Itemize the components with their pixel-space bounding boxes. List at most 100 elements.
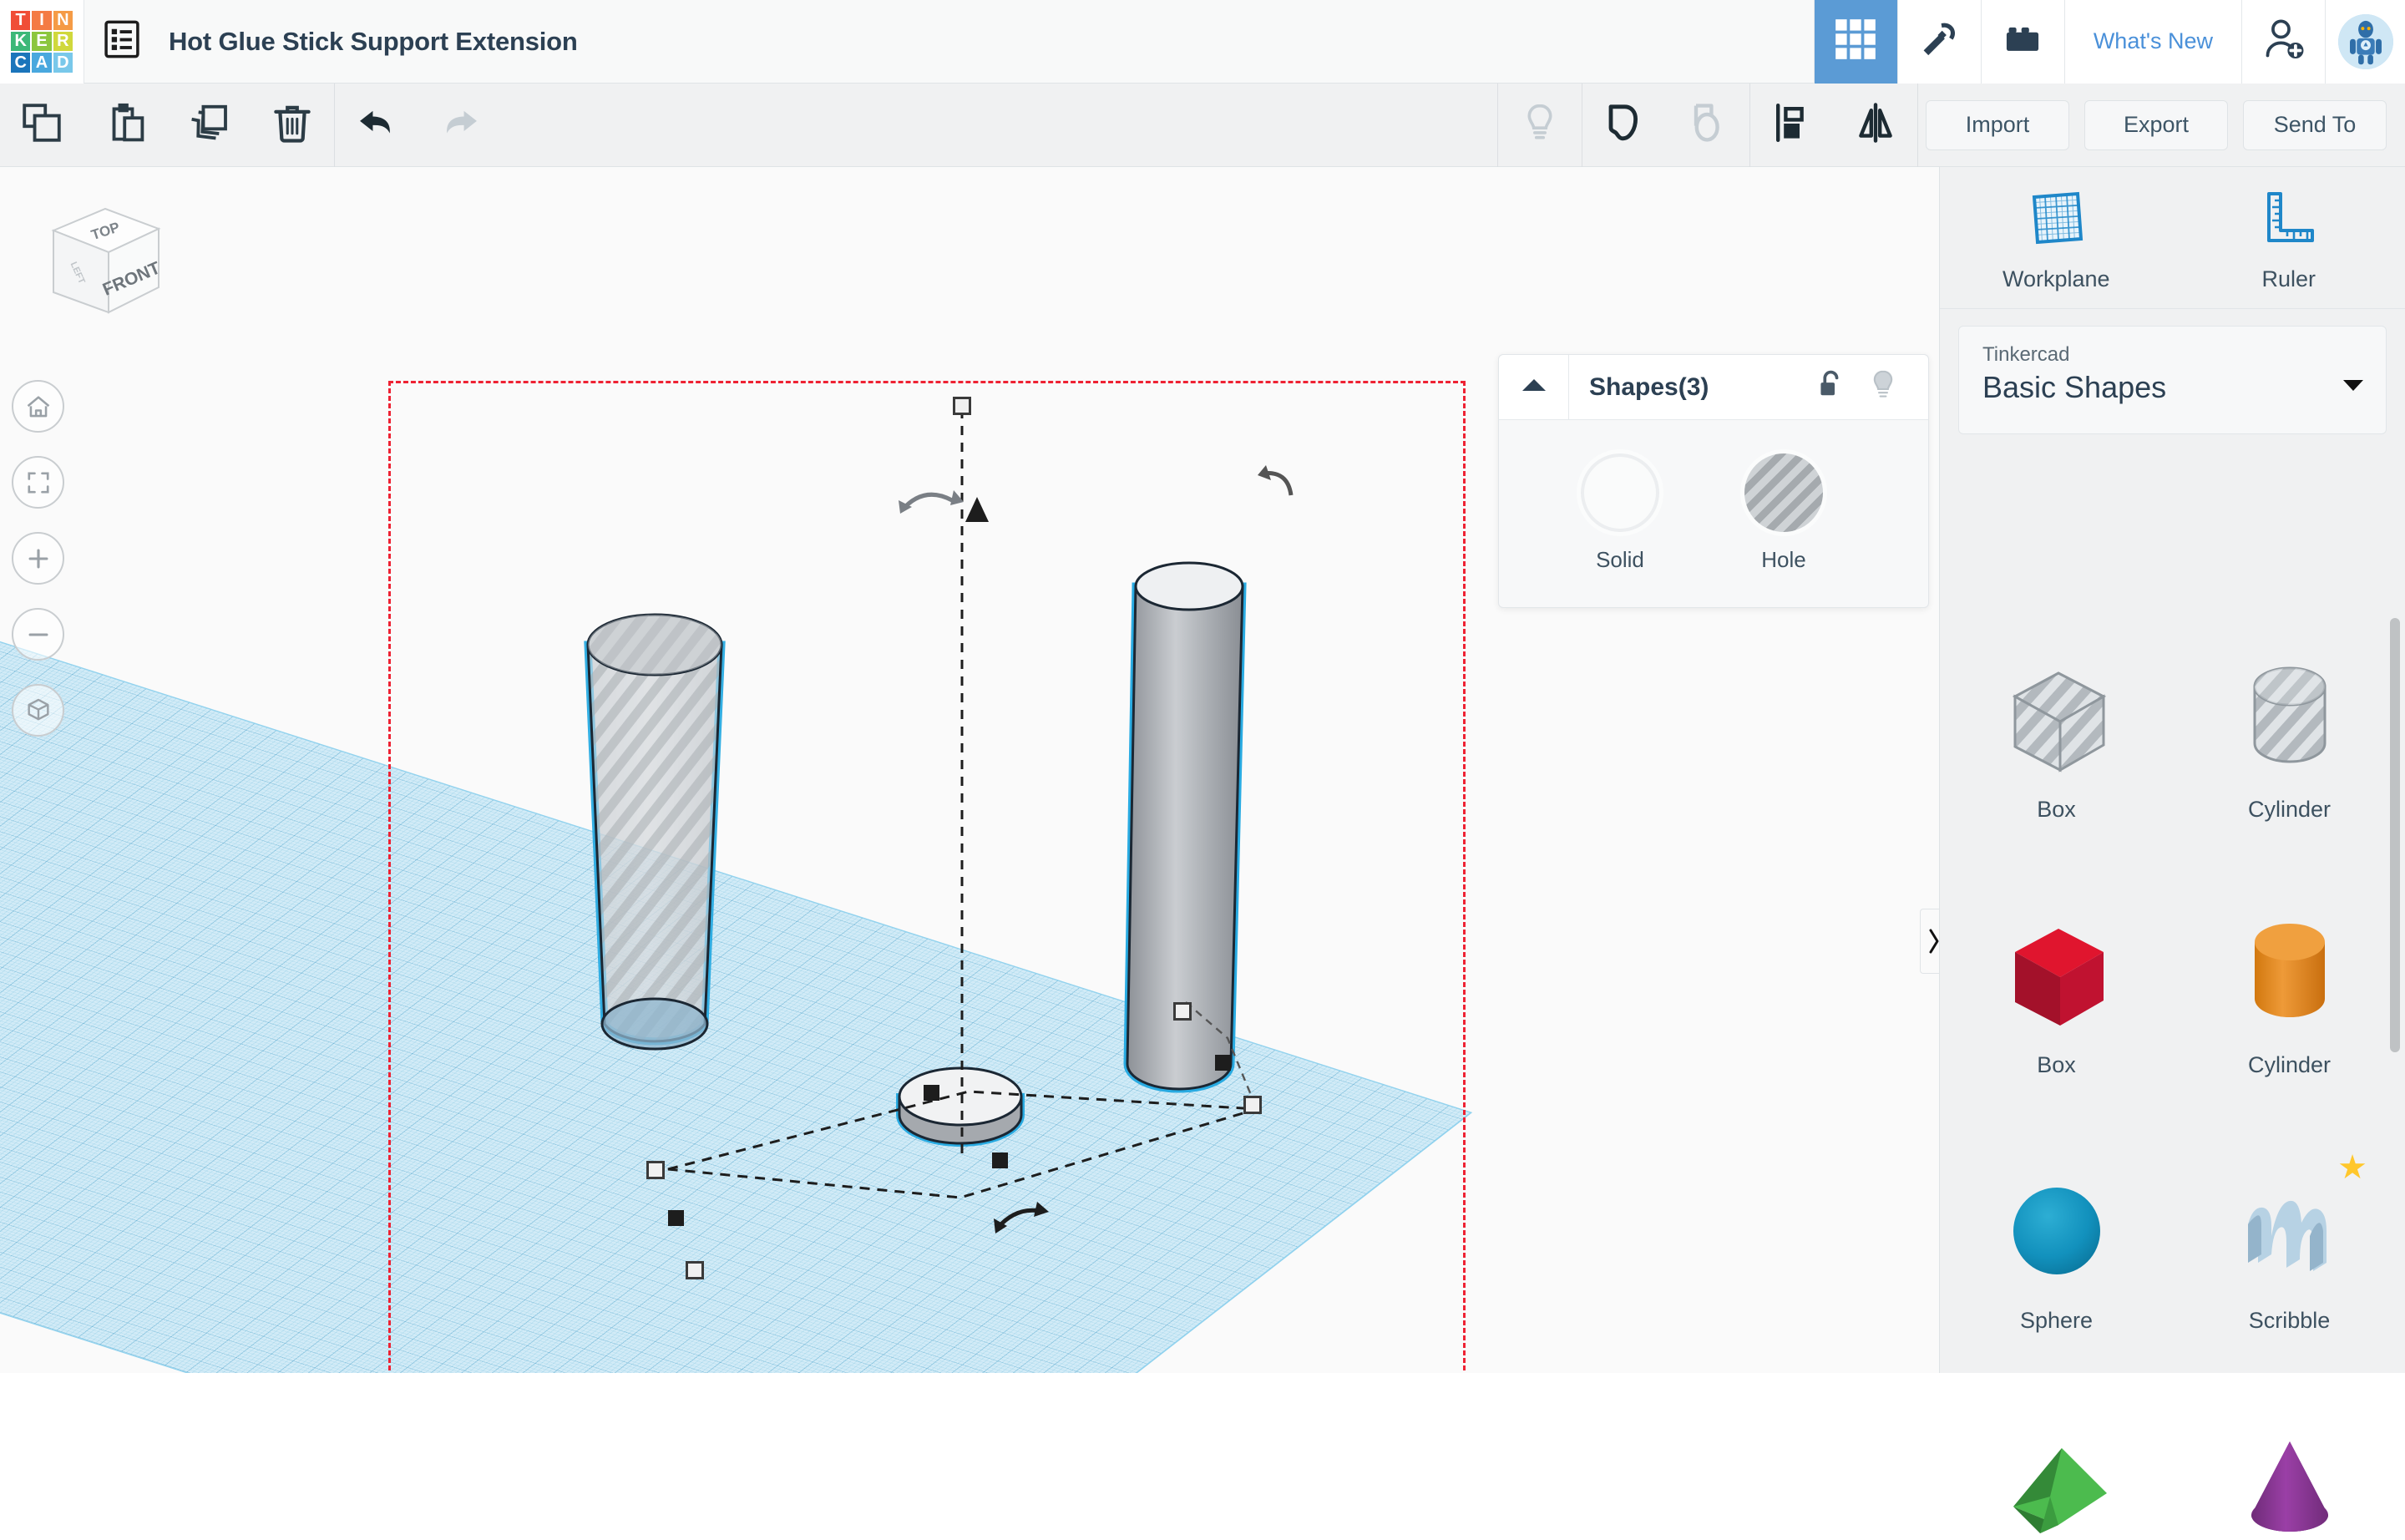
perspective-toggle-button[interactable] <box>12 684 64 737</box>
invite-people-button[interactable] <box>2241 0 2325 84</box>
visibility-toggle-button[interactable] <box>1856 355 1910 420</box>
redo-button[interactable] <box>418 84 502 167</box>
paste-icon <box>104 102 146 148</box>
ruler-icon <box>2256 184 2322 255</box>
cone-icon <box>2223 1420 2357 1540</box>
paste-button[interactable] <box>84 84 167 167</box>
mirror-button[interactable] <box>1834 84 1917 167</box>
edge-scale-handle-right[interactable] <box>1215 1055 1231 1071</box>
view-cube[interactable]: TOP FRONT LEFT <box>32 200 170 326</box>
library-shape-box[interactable]: Box <box>1940 865 2173 1121</box>
height-scale-handle[interactable] <box>953 397 971 415</box>
edge-scale-handle-left[interactable] <box>668 1210 684 1226</box>
align-button[interactable] <box>1750 84 1834 167</box>
sidebar-item-workplane[interactable]: Workplane <box>1940 167 2173 308</box>
logo-letter-i: I <box>32 11 51 30</box>
shape-cylinder-solid[interactable] <box>1117 553 1261 1119</box>
library-scrollbar[interactable] <box>2390 618 2400 1052</box>
workplane-icon <box>2023 184 2089 255</box>
shapes-panel-collapse-button[interactable] <box>1499 355 1569 420</box>
group-button[interactable] <box>1582 84 1666 167</box>
import-button[interactable]: Import <box>1926 100 2069 150</box>
edge-scale-handle-center[interactable] <box>924 1085 939 1101</box>
document-list-button[interactable] <box>84 0 159 84</box>
rotate-horizontal-icon[interactable] <box>992 1198 1059 1240</box>
library-shape-cylinder[interactable]: Cylinder <box>2173 865 2405 1121</box>
zoom-out-button[interactable] <box>12 608 64 661</box>
shape-type-solid[interactable]: Solid <box>1557 453 1683 573</box>
copy-button[interactable] <box>0 84 84 167</box>
toolbar-divider-5 <box>1917 84 1918 167</box>
box-icon <box>1990 909 2124 1042</box>
shape-type-hole[interactable]: Hole <box>1721 453 1846 573</box>
caret-up-icon <box>1521 377 1547 398</box>
shape-cylinder-hole[interactable] <box>575 606 740 1061</box>
cylinder-hole-icon <box>2223 653 2357 787</box>
edge-scale-handle-front[interactable] <box>992 1152 1008 1168</box>
whats-new-link[interactable]: What's New <box>2064 0 2241 84</box>
align-icon <box>1770 101 1814 149</box>
library-panel-toggle[interactable] <box>1920 909 1939 974</box>
sphere-icon <box>1990 1164 2124 1298</box>
redo-icon <box>438 100 483 149</box>
home-view-button[interactable] <box>12 380 64 433</box>
library-shape-label: Box <box>2037 1052 2076 1078</box>
person-add-icon <box>2261 17 2306 66</box>
library-shape-label: Cylinder <box>2248 797 2331 823</box>
corner-scale-handle-front[interactable] <box>686 1261 704 1279</box>
sidebar-item-ruler[interactable]: Ruler <box>2173 167 2405 308</box>
library-shape-sphere[interactable]: Sphere <box>1940 1121 2173 1376</box>
user-avatar-button[interactable] <box>2325 0 2405 84</box>
tab-blocks[interactable] <box>1981 0 2064 84</box>
caret-down-icon <box>2342 378 2364 396</box>
rotate-vertical-icon[interactable] <box>894 480 994 530</box>
library-shape-cone[interactable]: Cone <box>2173 1376 2405 1540</box>
logo-letter-d: D <box>53 53 73 72</box>
shape-disc-solid[interactable] <box>889 1065 1031 1157</box>
hide-button[interactable] <box>1498 84 1582 167</box>
roof-icon <box>1990 1420 2124 1540</box>
tab-designs-grid[interactable] <box>1814 0 1897 84</box>
library-shape-roof[interactable]: Roof <box>1940 1376 2173 1540</box>
logo-letter-n: N <box>53 11 73 30</box>
logo-letter-e: E <box>32 32 51 51</box>
mirror-icon <box>1854 101 1897 149</box>
library-shape-label: Cylinder <box>2248 1052 2331 1078</box>
library-shape-box-hole[interactable]: Box <box>1940 610 2173 865</box>
scribble-icon <box>2223 1164 2357 1298</box>
hole-label: Hole <box>1721 547 1846 573</box>
corner-scale-handle-back[interactable] <box>1173 1002 1192 1021</box>
lock-toggle-button[interactable] <box>1803 355 1856 420</box>
pickaxe-icon <box>1917 18 1961 65</box>
corner-scale-handle-right[interactable] <box>1243 1096 1262 1114</box>
page-title: Hot Glue Stick Support Extension <box>169 27 578 57</box>
rotate-top-icon[interactable] <box>1253 464 1303 514</box>
ungroup-button[interactable] <box>1666 84 1749 167</box>
shape-collection-select[interactable]: Tinkercad Basic Shapes <box>1958 326 2387 434</box>
design-canvas[interactable]: TOP FRONT LEFT Edit Grid Snap Grid 1.0 m… <box>0 167 1939 1373</box>
tab-codeblocks[interactable] <box>1897 0 1981 84</box>
library-shape-cylinder-hole[interactable]: Cylinder <box>2173 610 2405 865</box>
trash-icon <box>271 102 313 148</box>
shapes-properties-panel[interactable]: Shapes(3) <box>1498 354 1929 608</box>
logo-letter-k: K <box>11 32 30 51</box>
duplicate-button[interactable] <box>167 84 251 167</box>
delete-button[interactable] <box>251 84 334 167</box>
logo-letter-r: R <box>53 32 73 51</box>
tinkercad-logo[interactable]: T I N K E R C A D <box>0 0 84 84</box>
solid-swatch <box>1581 453 1659 532</box>
corner-scale-handle-left[interactable] <box>646 1161 665 1179</box>
undo-icon <box>354 100 399 149</box>
send-to-button[interactable]: Send To <box>2243 100 2387 150</box>
fit-to-view-button[interactable] <box>12 456 64 509</box>
export-button[interactable]: Export <box>2084 100 2228 150</box>
zoom-in-button[interactable] <box>12 532 64 585</box>
sidebar-item-workplane-label: Workplane <box>2002 266 2110 292</box>
top-bar: T I N K E R C A D Hot Glue Stick Support… <box>0 0 2405 84</box>
unlock-icon <box>1815 368 1845 406</box>
collection-owner: Tinkercad <box>1982 343 2362 367</box>
shape-library-grid: Box Cylinder Box <box>1940 610 2405 1540</box>
undo-button[interactable] <box>335 84 418 167</box>
library-shape-label: Box <box>2037 797 2076 823</box>
library-shape-scribble[interactable]: ★ Scribble <box>2173 1121 2405 1376</box>
